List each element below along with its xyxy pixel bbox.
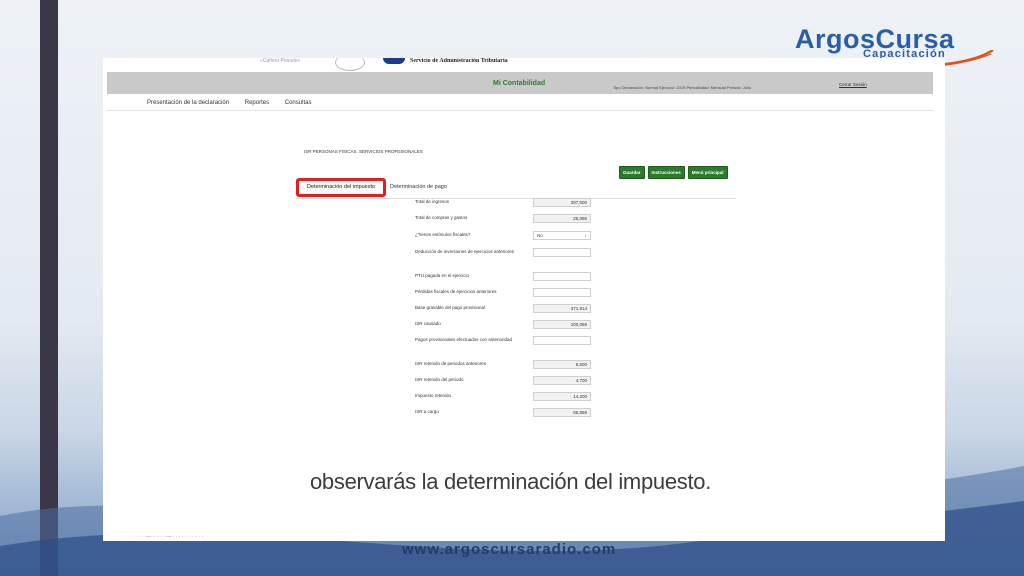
- chevron-updown-icon: ↕: [584, 233, 587, 238]
- field-value-base-gravable[interactable]: 371,914: [533, 304, 591, 313]
- field-input-perdidas-fiscales[interactable]: [533, 288, 591, 297]
- logout-link[interactable]: Cerrar Sesión: [839, 82, 867, 87]
- field-input-pagos-provisionales[interactable]: [533, 336, 591, 345]
- tab-determinacion-pago[interactable]: Determinación de pago: [390, 184, 447, 190]
- field-label: ISR a cargo: [415, 409, 439, 414]
- field-value-isr-retenido-anteriores[interactable]: 6,500: [533, 360, 591, 369]
- field-label: ISR retenido del periodo: [415, 377, 464, 382]
- main-menu-button[interactable]: Menú principal: [687, 166, 728, 179]
- field-value-isr-causado[interactable]: 100,068: [533, 320, 591, 329]
- field-label: ISR retenido de periodos anteriores: [415, 361, 487, 366]
- select-value: No: [537, 233, 543, 238]
- bottom-cut-text: · · · — ·· · · · — · · · · · · · ·· · ·: [137, 534, 204, 540]
- field-label: Total de ingresos: [415, 199, 450, 204]
- app-title: Mi Contabilidad: [493, 80, 546, 87]
- form-toolbar: Guardar Instrucciones Menú principal: [619, 161, 731, 179]
- field-value-isr-a-cargo[interactable]: 85,868: [533, 408, 591, 417]
- field-label: ISR causado: [415, 321, 441, 326]
- menu-item-presentacion[interactable]: Presentación de la declaración: [147, 100, 229, 106]
- field-label: Pérdidas fiscales de ejercicios anterior…: [415, 289, 497, 294]
- video-caption: observarás la determinación del impuesto…: [310, 469, 712, 494]
- field-label: Pagos provisionales efectuados con anter…: [415, 337, 513, 342]
- instructions-button[interactable]: Instrucciones: [647, 166, 685, 179]
- estimulos-fiscales-select[interactable]: No ↕: [533, 231, 591, 240]
- field-label: Impuesto retenido: [415, 393, 452, 398]
- sat-agency-name: Servicio de Administración Tributaria: [410, 58, 508, 64]
- field-value-isr-retenido-periodo[interactable]: 4,700: [533, 376, 591, 385]
- sat-header: «Cañero Pesado» Servicio de Administraci…: [103, 58, 945, 72]
- main-menu: Presentación de la declaración Reportes …: [147, 100, 325, 106]
- app-header-bar: Mi Contabilidad Tipo Declaración: Normal…: [107, 72, 933, 94]
- field-input-ptu[interactable]: [533, 272, 591, 281]
- field-label: Base gravable del pago provisional: [415, 305, 486, 310]
- sat-header-small-text: «Cañero Pesado»: [260, 58, 301, 64]
- field-value-impuesto-retenido[interactable]: 14,200: [533, 392, 591, 401]
- menu-item-consultas[interactable]: Consultas: [285, 100, 312, 106]
- field-label: Deducción de inversiones de ejercicios a…: [415, 249, 515, 254]
- field-value-total-ingresos[interactable]: 397,000: [533, 198, 591, 207]
- declaration-info: Tipo Declaración: Normal Ejercicio: 2019…: [613, 85, 752, 90]
- field-label: ¿Tienes estímulos fiscales?: [415, 232, 471, 237]
- field-label: PTU pagada en el ejercicio: [415, 273, 470, 278]
- field-value-compras-gastos[interactable]: 25,086: [533, 214, 591, 223]
- menu-divider: [107, 110, 933, 111]
- field-input-deduccion-inversiones[interactable]: [533, 248, 591, 257]
- embedded-screen: «Cañero Pesado» Servicio de Administraci…: [103, 58, 945, 541]
- website-url: www.argoscursaradio.com: [402, 541, 617, 558]
- save-button[interactable]: Guardar: [619, 166, 645, 179]
- bottom-strip: [103, 532, 945, 541]
- field-label: Total de compras y gastos: [415, 215, 468, 220]
- menu-item-reportes[interactable]: Reportes: [245, 100, 269, 106]
- tab-determinacion-impuesto[interactable]: Determinación del impuesto: [296, 178, 386, 197]
- form-title: ISR PERSONAS FÍSICAS. SERVICIOS PROFESIO…: [304, 149, 423, 154]
- government-seal-icon: [335, 58, 365, 71]
- sat-logo-icon: [383, 58, 405, 64]
